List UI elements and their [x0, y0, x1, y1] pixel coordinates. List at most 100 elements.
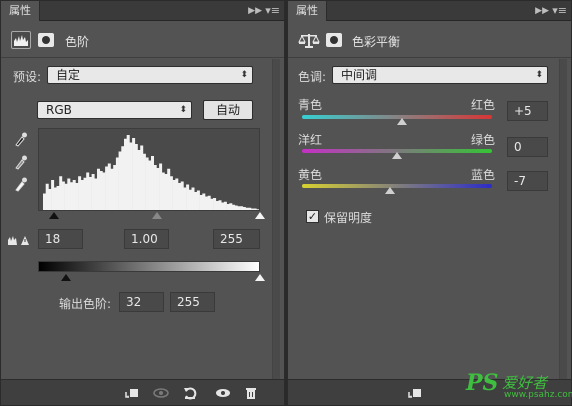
white-point-eyedropper-icon[interactable]	[14, 176, 28, 192]
collapse-icon[interactable]: ▶▶	[535, 1, 549, 21]
layer-mask-icon[interactable]	[326, 33, 342, 47]
preserve-luminosity-label: 保留明度	[324, 211, 373, 225]
tone-select[interactable]: 中间调 ⬍	[332, 66, 548, 84]
histogram-bar	[142, 153, 146, 210]
histogram-bar	[118, 151, 122, 210]
histogram-bar	[229, 203, 233, 210]
tab-properties[interactable]: 属性	[288, 1, 327, 21]
histogram-bar	[218, 200, 222, 210]
histogram-bar	[94, 178, 98, 210]
magenta-green-slider-thumb[interactable]	[392, 152, 402, 159]
histogram-bar	[167, 168, 171, 210]
histogram-bar	[188, 189, 192, 210]
histogram-bar	[115, 157, 119, 210]
panel-title: 色彩平衡	[352, 35, 401, 49]
visibility-eye-icon[interactable]	[215, 386, 230, 400]
histogram-bar	[61, 181, 65, 210]
preset-value: 自定	[56, 68, 81, 82]
panel-menu-icon[interactable]: ▾≡	[265, 1, 280, 21]
output-black-slider[interactable]	[61, 274, 71, 281]
output-black-field[interactable]: 32	[119, 292, 164, 312]
histogram-bar	[59, 176, 63, 210]
yellow-blue-track[interactable]	[302, 184, 492, 188]
cyan-red-slider-thumb[interactable]	[396, 118, 407, 125]
histogram-bar	[70, 182, 73, 210]
histogram-bar	[221, 202, 225, 210]
clip-to-layer-icon[interactable]	[408, 386, 422, 400]
histogram-bar	[248, 207, 252, 210]
histogram-bar	[67, 178, 71, 210]
preserve-luminosity-checkbox[interactable]: ✓	[306, 210, 319, 223]
tab-properties[interactable]: 属性	[1, 1, 40, 21]
magenta-green-value-field[interactable]: 0	[507, 137, 548, 157]
input-gamma-field[interactable]: 1.00	[124, 229, 169, 249]
histogram-bar	[226, 204, 230, 210]
collapse-icon[interactable]: ▶▶	[248, 1, 262, 21]
histogram-bar	[110, 168, 114, 210]
histogram-bar	[172, 180, 176, 210]
histogram-graph	[43, 135, 260, 210]
channel-select[interactable]: RGB ⬍	[37, 101, 192, 119]
histogram-bar	[148, 160, 152, 210]
reset-icon[interactable]	[183, 386, 197, 400]
histogram-bar	[121, 146, 125, 210]
histogram-bar	[105, 166, 109, 210]
levels-panel: 属性 ▶▶ ▾≡ 色阶 预设: 自定 ⬍ RGB ⬍ 自动 18 1.00 25…	[0, 0, 285, 406]
histogram-bar	[51, 180, 55, 210]
histogram-bar	[156, 168, 160, 210]
view-previous-state-icon[interactable]	[153, 386, 169, 400]
histogram	[38, 128, 260, 211]
histogram-bar	[126, 135, 130, 210]
histogram-bar	[232, 204, 235, 210]
histogram-bar	[145, 157, 149, 210]
auto-button[interactable]: 自动	[203, 100, 253, 120]
delete-trash-icon[interactable]	[244, 386, 258, 400]
histogram-bar	[91, 174, 95, 210]
histogram-bar	[72, 180, 76, 210]
histogram-bar	[215, 201, 219, 210]
histogram-bar	[75, 183, 79, 210]
panel-title: 色阶	[65, 35, 90, 49]
histogram-bar	[161, 172, 165, 210]
histogram-bar	[210, 198, 214, 210]
yellow-blue-value-field[interactable]: -7	[507, 171, 548, 191]
input-black-slider[interactable]	[49, 212, 59, 219]
scrollbar[interactable]	[272, 59, 280, 379]
gray-point-eyedropper-icon[interactable]	[14, 154, 28, 170]
histogram-bar	[151, 156, 154, 210]
histogram-bar	[86, 172, 90, 210]
histogram-bar	[80, 180, 84, 210]
histogram-bar	[180, 181, 184, 210]
output-gradient	[38, 261, 260, 272]
histogram-bar	[78, 176, 82, 210]
histogram-bar	[240, 206, 244, 210]
histogram-bar	[250, 208, 254, 210]
panel-footer	[1, 379, 284, 405]
red-label: 红色	[471, 98, 496, 112]
panel-menu-icon[interactable]: ▾≡	[552, 1, 567, 21]
histogram-bar	[234, 205, 238, 210]
layer-mask-icon[interactable]	[38, 33, 54, 47]
cyan-label: 青色	[298, 98, 323, 112]
chevron-updown-icon: ⬍	[179, 105, 187, 115]
histogram-bar	[207, 195, 211, 210]
histogram-bar	[159, 163, 163, 210]
input-gamma-slider[interactable]	[152, 212, 162, 219]
input-white-slider[interactable]	[255, 212, 265, 219]
yellow-blue-slider-thumb[interactable]	[385, 187, 396, 194]
histogram-bar	[88, 177, 92, 210]
clipping-warning-icon[interactable]	[7, 234, 31, 246]
scrollbar[interactable]	[559, 59, 567, 379]
histogram-bar	[97, 168, 100, 210]
input-black-field[interactable]: 18	[38, 229, 83, 249]
input-white-field[interactable]: 255	[213, 229, 260, 249]
preset-select[interactable]: 自定 ⬍	[47, 66, 253, 84]
yellow-label: 黄色	[298, 168, 323, 182]
cyan-red-value-field[interactable]: +5	[507, 101, 548, 121]
clip-to-layer-icon[interactable]	[125, 386, 139, 400]
output-white-slider[interactable]	[255, 274, 265, 281]
black-point-eyedropper-icon[interactable]	[14, 131, 28, 147]
output-white-field[interactable]: 255	[170, 292, 215, 312]
histogram-bar	[153, 165, 157, 210]
panel-header: 色阶	[1, 22, 284, 58]
